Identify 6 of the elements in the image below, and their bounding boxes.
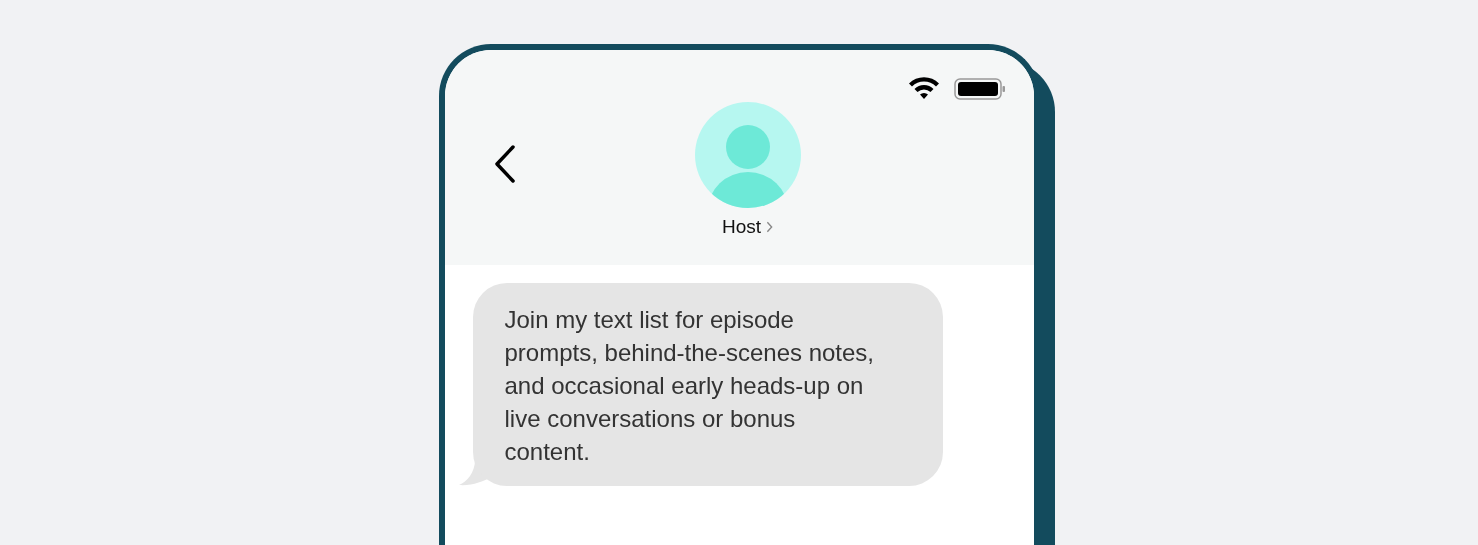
back-icon[interactable] (492, 144, 517, 184)
battery-icon (953, 77, 1006, 101)
wifi-icon (907, 77, 940, 101)
chevron-icon[interactable] (766, 221, 774, 233)
message-text: Join my text list for episode prompts, behind-the-scenes notes, and occasional early heads-up on live conversations or bonus content. (504, 305, 876, 467)
contact-name[interactable]: Host (721, 216, 762, 238)
